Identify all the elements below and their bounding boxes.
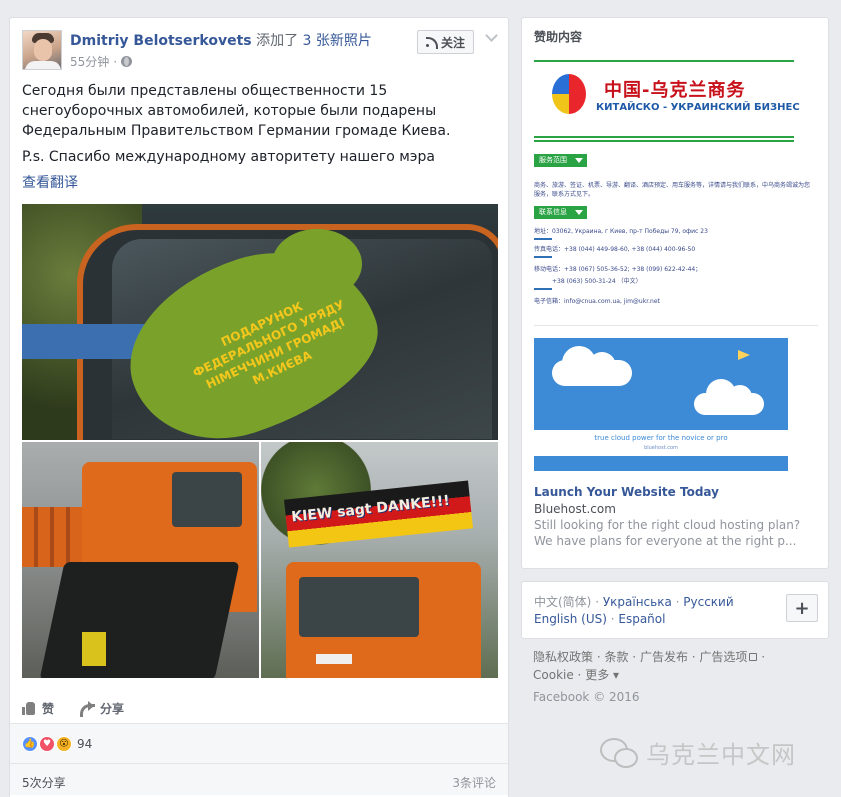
advertising-link[interactable]: 广告发布	[640, 650, 688, 664]
ad-bluehost-description: Still looking for the right cloud hostin…	[534, 518, 801, 548]
like-label: 赞	[42, 701, 55, 716]
post-photo-main[interactable]: ПОДАРУНОК ФЕДЕРАЛЬНОГО УРЯДУ НІМЕЧЧИНИ Г…	[22, 204, 498, 440]
follow-label: 关注	[441, 35, 466, 50]
ad-choices-icon	[749, 653, 758, 661]
more-languages-button[interactable]: +	[786, 594, 818, 622]
like-reaction-icon: 👍	[22, 735, 38, 752]
photo-plow-sign	[82, 632, 106, 666]
avatar-shirt	[25, 61, 61, 69]
ad-fax: 传真电话：+38 (044) 449-98-60, +38 (044) 400-…	[534, 246, 696, 253]
ad-cn-title: 中国-乌克兰商务	[604, 80, 746, 101]
ad-divider-line	[534, 136, 794, 138]
post-text-paragraph: Сегодня были представлены общественности…	[22, 83, 451, 139]
photo-truck-window	[172, 472, 242, 527]
sponsored-title: 赞助内容	[534, 30, 583, 44]
privacy-link[interactable]: 隐私权政策	[533, 650, 593, 664]
ad-image-tagline: true cloud power for the novice or pro	[594, 434, 728, 442]
ad-services-tag: 服务范围	[534, 154, 587, 167]
language-link-russian[interactable]: Русский	[683, 595, 733, 609]
ad-email: 电子信箱：info@cnua.com.ua, jim@ukr.net	[534, 298, 660, 305]
like-button[interactable]: 赞	[22, 700, 54, 717]
shares-count[interactable]: 5次分享	[22, 774, 66, 791]
cloud-icon	[694, 379, 764, 415]
ad-china-ukraine-business[interactable]: 中国-乌克兰商务 КИТАЙСКО - УКРАИНСКИЙ БИЗНЕС 服务…	[534, 56, 818, 326]
post-footer: 5次分享 3条评论	[10, 763, 508, 795]
ad-choices-link[interactable]: 广告选项	[699, 650, 747, 664]
ad-divider-bar	[534, 256, 552, 258]
post-body: Сегодня были представлены общественности…	[22, 81, 502, 173]
photo-license-plate	[316, 654, 352, 664]
ad-mobile-2: +38 (063) 500-31-24 （中文）	[552, 278, 642, 285]
love-reaction-icon: ♥	[39, 735, 55, 752]
ad-bluehost-domain[interactable]: Bluehost.com	[534, 502, 616, 516]
globe-icon[interactable]	[121, 56, 133, 67]
thumbs-up-icon	[22, 701, 36, 715]
ad-bluehost-title[interactable]: Launch Your Website Today	[534, 485, 719, 499]
ad-ru-title: КИТАЙСКО - УКРАИНСКИЙ БИЗНЕС	[596, 102, 800, 113]
watermark-text: 乌克兰中文网	[646, 741, 796, 769]
ad-contact-tag: 联系信息	[534, 206, 587, 219]
cloud-icon	[552, 346, 632, 386]
language-list: 中文(简体) · Українська · Русский English (U…	[534, 594, 774, 628]
share-arrow-icon	[80, 701, 96, 717]
language-panel: 中文(简体) · Українська · Русский English (U…	[521, 581, 829, 639]
share-label: 分享	[100, 701, 125, 716]
post-photo-trucks-row[interactable]	[22, 442, 259, 678]
wechat-icon	[600, 737, 638, 768]
ad-divider-line	[534, 140, 794, 142]
ad-divider-bar	[534, 238, 552, 240]
ad-services-text: 服务，联系方式见下。	[534, 191, 595, 198]
see-translation-link[interactable]: 查看翻译	[22, 172, 78, 192]
wow-reaction-icon: 😮	[56, 735, 72, 752]
page-footer-links: 隐私权政策 · 条款 · 广告发布 · 广告选项 · Cookie · 更多 ▾	[533, 650, 766, 682]
rss-icon	[426, 37, 438, 49]
language-link-spanish[interactable]: Español	[618, 612, 665, 626]
meta-separator: ·	[113, 54, 118, 69]
reaction-count[interactable]: 94	[77, 737, 92, 751]
chevron-down-icon[interactable]	[484, 30, 498, 44]
language-link-ukrainian[interactable]: Українська	[603, 595, 672, 609]
post-photo-banner[interactable]: KIEW sagt DANKE!!!	[261, 442, 498, 678]
reactions-bar[interactable]: 👍 ♥ 😮 94	[10, 723, 508, 763]
language-separator: ·	[606, 612, 619, 626]
post-timestamp[interactable]: 55分钟	[70, 53, 109, 70]
ad-mobile: 移动电话：+38 (067) 505-36-52; +38 (099) 622-…	[534, 266, 702, 273]
feed-post: Dmitriy Belotserkovets 添加了 3 张新照片 55分钟 ·…	[9, 17, 509, 797]
ad-address: 地址：03062, Украина, г Киев, пр-т Победы 7…	[534, 228, 708, 235]
language-separator: ·	[671, 595, 684, 609]
post-text-paragraph: P.s. Спасибо международному авторитету н…	[22, 149, 435, 165]
post-header-line: Dmitriy Belotserkovets 添加了 3 张新照片	[70, 30, 372, 50]
language-separator: ·	[591, 595, 603, 609]
post-actions: 赞 分享	[10, 693, 510, 723]
ad-divider-bar	[534, 288, 552, 290]
sponsored-panel: 赞助内容 中国-乌克兰商务 КИТАЙСКО - УКРАИНСКИЙ БИЗН…	[521, 17, 829, 569]
post-meta: 55分钟 ·	[70, 53, 133, 70]
author-name[interactable]: Dmitriy Belotserkovets	[70, 33, 252, 49]
avatar-face	[34, 39, 52, 61]
language-current: 中文(简体)	[534, 595, 592, 609]
ad-image-domain: bluehost.com	[644, 445, 678, 451]
post-action: 添加了 3 张新照片	[256, 33, 372, 49]
ad-services-text: 商务、旅游、签证、机票、导游、翻译、酒店预定、用车服务等，详情请与我们联系，中乌…	[534, 182, 811, 189]
ad-divider-line	[534, 60, 794, 62]
follow-button[interactable]: 关注	[417, 30, 475, 54]
post-action-prefix: 添加了	[256, 33, 299, 49]
photo-snow-plow	[39, 562, 240, 678]
ad-logo-icon	[552, 74, 586, 114]
photo-truck-window	[299, 577, 419, 637]
comments-count[interactable]: 3条评论	[452, 774, 496, 791]
paper-plane-icon	[738, 350, 750, 360]
terms-link[interactable]: 条款	[604, 650, 628, 664]
share-button[interactable]: 分享	[80, 700, 124, 717]
more-link[interactable]: 更多	[585, 668, 609, 682]
watermark: 乌克兰中文网	[600, 735, 796, 770]
copyright: Facebook © 2016	[533, 690, 640, 704]
cookies-link[interactable]: Cookie	[533, 668, 574, 682]
ad-bluehost-image[interactable]: true cloud power for the novice or pro b…	[534, 338, 788, 471]
new-photos-link[interactable]: 3 张新照片	[303, 33, 372, 49]
author-avatar[interactable]	[22, 30, 62, 70]
language-link-english[interactable]: English (US)	[534, 612, 607, 626]
